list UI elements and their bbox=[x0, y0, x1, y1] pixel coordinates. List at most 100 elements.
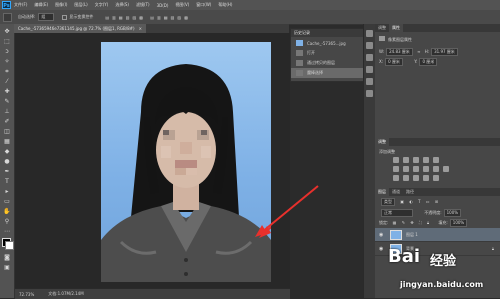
pen-icon[interactable]: ✒ bbox=[3, 168, 11, 176]
layer-filter-icons[interactable]: ▣ ◐ T ▭ ⊞ bbox=[400, 199, 440, 204]
history-item[interactable]: 通过拷贝的图层 bbox=[291, 58, 363, 68]
fill-label: 填充: bbox=[438, 220, 448, 225]
layer-kind-filter[interactable]: 类型 bbox=[381, 198, 395, 206]
opacity-field[interactable]: 100% bbox=[443, 209, 462, 217]
info-panel-icon[interactable] bbox=[366, 42, 373, 49]
layer-thumbnail bbox=[390, 229, 402, 240]
marquee-icon[interactable]: ⬚ bbox=[3, 38, 11, 46]
black-white-icon[interactable] bbox=[413, 166, 419, 172]
history-snapshot[interactable]: Cache_-57365...jpg bbox=[291, 38, 363, 48]
move-icon[interactable]: ✥ bbox=[3, 28, 11, 36]
align-icons[interactable]: ▤▥▦▧▨▩ ▤▥▦▧▨▩ bbox=[105, 15, 191, 20]
tab-paths[interactable]: 路径 bbox=[403, 188, 417, 196]
lock-icons[interactable]: ▦ ✎ ✥ ⛶ 🔒︎ bbox=[393, 220, 432, 225]
threshold-icon[interactable] bbox=[413, 175, 419, 181]
w-field[interactable]: 24.83 厘米 bbox=[386, 48, 413, 56]
hue-saturation-icon[interactable] bbox=[393, 166, 399, 172]
photo-filter-icon[interactable] bbox=[423, 166, 429, 172]
brush-icon[interactable]: ✎ bbox=[3, 98, 11, 106]
channel-mixer-icon[interactable] bbox=[433, 166, 439, 172]
fill-field[interactable]: 100% bbox=[449, 219, 468, 227]
layer-row[interactable]: ◉ 图层 1 bbox=[375, 228, 500, 242]
menu-image[interactable]: 图像(I) bbox=[55, 2, 67, 8]
menu-filter[interactable]: 滤镜(T) bbox=[136, 2, 150, 8]
document-tab[interactable]: Cache_-57365946e7361145.jpg @ 72.7% (图层1… bbox=[14, 24, 146, 33]
healing-icon[interactable]: ✚ bbox=[3, 88, 11, 96]
history-brush-icon[interactable]: ✐ bbox=[3, 118, 11, 126]
y-field[interactable]: 0 厘米 bbox=[419, 58, 438, 66]
gradient-icon[interactable]: ▦ bbox=[3, 138, 11, 146]
path-select-icon[interactable]: ▸ bbox=[3, 188, 11, 196]
curves-icon[interactable] bbox=[413, 157, 419, 163]
visibility-eye-icon[interactable]: ◉ bbox=[379, 232, 385, 238]
shape-icon[interactable]: ▭ bbox=[3, 198, 11, 206]
menu-select[interactable]: 选择(S) bbox=[115, 2, 129, 8]
history-item[interactable]: 魔棒选择 bbox=[291, 68, 363, 78]
properties-title: 像素图层属性 bbox=[388, 37, 412, 42]
screen-mode-icon[interactable]: ▣ bbox=[3, 264, 11, 272]
dodge-icon[interactable]: ● bbox=[3, 158, 11, 166]
history-panel-icon[interactable] bbox=[366, 30, 373, 37]
opacity-label: 不透明度: bbox=[424, 210, 442, 215]
eyedropper-icon[interactable]: ⁄ bbox=[3, 78, 11, 86]
move-tool-icon[interactable] bbox=[3, 12, 12, 22]
paragraph-panel-icon[interactable] bbox=[366, 78, 373, 85]
visibility-eye-icon[interactable]: ◉ bbox=[379, 246, 385, 252]
menu-view[interactable]: 视图(V) bbox=[175, 2, 189, 8]
portrait-photo[interactable] bbox=[101, 42, 271, 282]
auto-select-dropdown[interactable]: 组 bbox=[38, 13, 55, 21]
hand-icon[interactable]: ✋ bbox=[3, 208, 11, 216]
brush-panel-icon[interactable] bbox=[366, 90, 373, 97]
show-transform-checkbox[interactable] bbox=[62, 14, 68, 20]
stamp-icon[interactable]: ⊥ bbox=[3, 108, 11, 116]
y-label: Y: bbox=[414, 59, 418, 64]
menu-window[interactable]: 窗口(W) bbox=[196, 2, 211, 8]
color-balance-icon[interactable] bbox=[403, 166, 409, 172]
quick-mask-icon[interactable]: ◙ bbox=[3, 254, 11, 262]
character-panel-icon[interactable] bbox=[366, 66, 373, 73]
photoshop-logo-icon: Ps bbox=[2, 1, 11, 9]
swatches-panel-icon[interactable] bbox=[366, 54, 373, 61]
tab-channels[interactable]: 通道 bbox=[389, 188, 403, 196]
eraser-icon[interactable]: ◫ bbox=[3, 128, 11, 136]
menu-type[interactable]: 文字(Y) bbox=[95, 2, 109, 8]
magic-wand-icon[interactable]: ✧ bbox=[3, 58, 11, 66]
crop-icon[interactable]: ⌗ bbox=[3, 68, 11, 76]
selective-color-icon[interactable] bbox=[433, 175, 439, 181]
vibrance-icon[interactable] bbox=[433, 157, 439, 163]
tab-layers[interactable]: 图层 bbox=[375, 188, 389, 196]
menu-layer[interactable]: 图层(L) bbox=[74, 2, 87, 8]
history-tab[interactable]: 历史记录 bbox=[291, 29, 363, 37]
menu-edit[interactable]: 编辑(E) bbox=[34, 2, 48, 8]
tab-properties[interactable]: 属性 bbox=[389, 24, 403, 32]
lasso-icon[interactable]: ↄ bbox=[3, 48, 11, 56]
zoom-icon[interactable]: ⚲ bbox=[3, 218, 11, 226]
menu-help[interactable]: 帮助(H) bbox=[218, 2, 232, 8]
invert-icon[interactable] bbox=[393, 175, 399, 181]
background-color-swatch[interactable] bbox=[5, 241, 14, 250]
properties-header: 像素图层属性 bbox=[379, 36, 412, 43]
gradient-map-icon[interactable] bbox=[423, 175, 429, 181]
menu-bar: Ps 文件(F) 编辑(E) 图像(I) 图层(L) 文字(Y) 选择(S) 滤… bbox=[0, 0, 500, 10]
more-tools-icon[interactable]: ⋯ bbox=[3, 228, 11, 236]
close-icon[interactable]: × bbox=[139, 26, 142, 31]
type-icon[interactable]: T bbox=[3, 178, 11, 186]
link-icon[interactable]: ∞ bbox=[417, 49, 420, 54]
x-field[interactable]: 0 厘米 bbox=[385, 58, 403, 66]
portrait-illustration bbox=[101, 64, 271, 282]
history-item[interactable]: 打开 bbox=[291, 48, 363, 58]
color-lookup-icon[interactable] bbox=[443, 166, 449, 172]
watermark-brand2: 经验 bbox=[430, 254, 457, 269]
levels-icon[interactable] bbox=[403, 157, 409, 163]
brightness-icon[interactable] bbox=[393, 157, 399, 163]
h-field[interactable]: 31.97 厘米 bbox=[431, 48, 458, 56]
posterize-icon[interactable] bbox=[403, 175, 409, 181]
blend-mode-select[interactable]: 正常 bbox=[381, 209, 413, 217]
tab-adjustments[interactable]: 调整 bbox=[375, 24, 389, 32]
menu-3d[interactable]: 3D(D) bbox=[157, 3, 169, 8]
tab-adjust[interactable]: 调整 bbox=[375, 138, 389, 146]
blur-icon[interactable]: ◆ bbox=[3, 148, 11, 156]
zoom-level[interactable]: 72.73% bbox=[19, 292, 34, 297]
exposure-icon[interactable] bbox=[423, 157, 429, 163]
menu-file[interactable]: 文件(F) bbox=[14, 2, 27, 8]
